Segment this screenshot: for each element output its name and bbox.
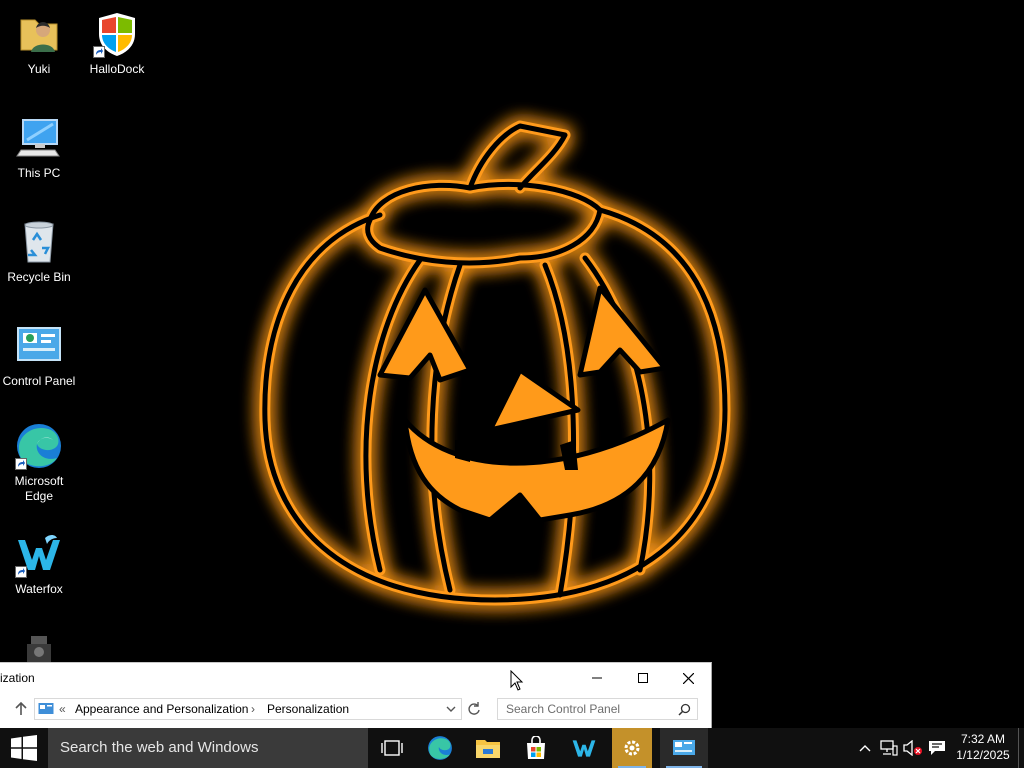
task-view-button[interactable] (368, 728, 416, 768)
window-title: ization (0, 671, 35, 685)
network-icon (880, 740, 898, 756)
app-icon (27, 636, 51, 664)
volume-tray-button[interactable] (902, 728, 924, 768)
action-center-button[interactable] (926, 728, 948, 768)
minimize-icon (592, 677, 602, 679)
taskbar-edge[interactable] (416, 728, 464, 768)
refresh-button[interactable] (465, 700, 483, 718)
gear-icon (624, 740, 640, 756)
desktop-icon-waterfox[interactable]: Waterfox (2, 530, 76, 597)
jack-o-lantern-wallpaper (259, 120, 731, 606)
desktop-icon-yuki[interactable]: Yuki (2, 10, 76, 77)
address-row: « Appearance and Personalization › Perso… (0, 697, 711, 723)
shortcut-arrow-icon (93, 46, 105, 58)
search-placeholder: Search Control Panel (506, 702, 621, 716)
taskbar-control-panel[interactable] (660, 728, 708, 768)
maximize-icon (638, 673, 648, 683)
taskbar-waterfox[interactable] (560, 728, 608, 768)
folder-icon (476, 740, 500, 758)
desktop-icon-label: Control Panel (2, 374, 76, 388)
up-button[interactable] (12, 700, 30, 718)
taskbar-settings[interactable] (612, 728, 652, 768)
desktop-icon-this-pc[interactable]: This PC (2, 114, 76, 181)
window-titlebar[interactable]: ization (0, 663, 711, 693)
recycle-bin-icon (24, 221, 54, 263)
desktop-icon-hallodock[interactable]: HalloDock (80, 10, 154, 77)
notification-icon (929, 741, 945, 755)
close-icon (682, 672, 694, 684)
taskbar-file-explorer[interactable] (464, 728, 512, 768)
control-panel-icon (673, 740, 695, 755)
shortcut-arrow-icon (15, 458, 27, 470)
close-button[interactable] (665, 663, 711, 693)
control-panel-icon (17, 327, 61, 361)
desktop-icon-recycle-bin[interactable]: Recycle Bin (2, 218, 76, 285)
minimize-button[interactable] (574, 663, 620, 693)
start-button[interactable] (0, 728, 48, 768)
maximize-button[interactable] (620, 663, 666, 693)
mouse-cursor-icon (510, 670, 524, 691)
control-panel-window[interactable]: ization « Appearance and Personalization… (0, 662, 712, 729)
search-icon (678, 703, 691, 716)
breadcrumb-separator[interactable]: › (251, 702, 255, 716)
taskbar-search-text: Search the web and Windows (60, 739, 259, 756)
taskbar-store[interactable] (512, 728, 560, 768)
breadcrumb-appearance[interactable]: Appearance and Personalization (75, 702, 248, 716)
taskbar-search-box[interactable]: Search the web and Windows (48, 728, 368, 768)
clock-date: 1/12/2025 (956, 748, 1010, 762)
show-hidden-icons-button[interactable] (856, 728, 874, 768)
store-icon (527, 736, 545, 759)
show-desktop-button[interactable] (1018, 728, 1024, 768)
clock-time: 7:32 AM (960, 732, 1006, 746)
control-panel-icon (38, 703, 54, 714)
address-bar[interactable]: « Appearance and Personalization › Perso… (34, 698, 462, 720)
desktop-icon-label: Microsoft Edge (14, 474, 64, 503)
desktop-icon-label: HalloDock (89, 62, 145, 76)
chevron-up-icon (859, 745, 871, 752)
desktop-icon-label: Waterfox (15, 582, 63, 596)
desktop-icon-label: Recycle Bin (7, 270, 71, 284)
taskbar-clock[interactable]: 7:32 AM 1/12/2025 (948, 731, 1018, 763)
desktop-icon-label: Yuki (27, 62, 51, 76)
network-tray-button[interactable] (878, 728, 900, 768)
windows-start-icon (11, 735, 37, 761)
volume-muted-icon (903, 740, 922, 756)
this-pc-icon (16, 119, 60, 157)
user-folder-icon (20, 19, 58, 52)
taskbar: Search the web and Windows 7:32 AM 1/12/… (0, 728, 1024, 768)
edge-icon (428, 736, 452, 760)
arrow-up-icon (15, 701, 27, 715)
desktop-icon-control-panel[interactable]: Control Panel (2, 322, 76, 389)
desktop-icon-label: This PC (17, 166, 61, 180)
search-control-panel-input[interactable]: Search Control Panel (497, 698, 698, 720)
desktop-icon-microsoft-edge[interactable]: Microsoft Edge (2, 422, 76, 504)
chevron-down-icon[interactable] (445, 703, 457, 715)
refresh-icon (468, 702, 480, 715)
breadcrumb-personalization[interactable]: Personalization (267, 702, 349, 716)
task-view-icon (381, 740, 403, 756)
waterfox-icon (572, 740, 596, 757)
shortcut-arrow-icon (15, 566, 27, 578)
breadcrumb-overflow[interactable]: « (59, 702, 66, 716)
